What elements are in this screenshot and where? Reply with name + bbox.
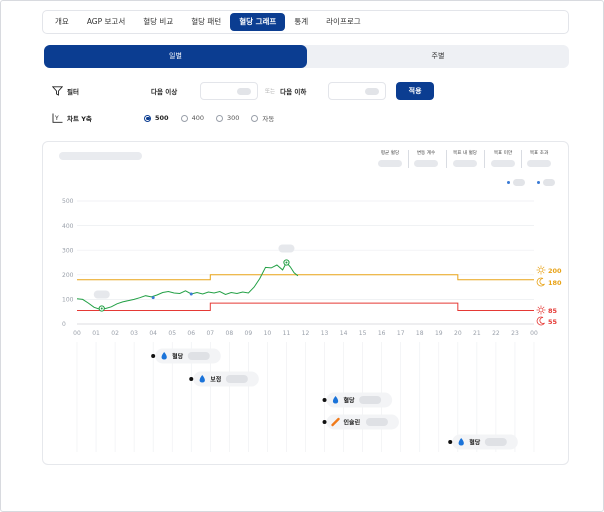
- stat-value-placeholder: [491, 160, 515, 167]
- stat-divider: [445, 150, 447, 168]
- stat-4: 목표 초과: [522, 150, 556, 167]
- filter-label: 필터: [67, 88, 79, 96]
- svg-text:Y: Y: [54, 115, 59, 122]
- legend-toggle-1[interactable]: [507, 179, 525, 186]
- legend-dot-2: [537, 181, 540, 184]
- max-value-placeholder: [365, 88, 380, 95]
- stat-1: 변동 계수: [409, 150, 443, 167]
- stat-2: 목표 내 혈당: [448, 150, 482, 167]
- daily-toggle[interactable]: 일별: [44, 45, 307, 68]
- report-tabs: 개요 AGP 보고서 혈당 비교 혈당 패턴 혈당 그래프 통계 라이프로그: [42, 10, 569, 34]
- stat-value-placeholder: [527, 160, 551, 167]
- legend-dot-1: [507, 181, 510, 184]
- tab-5[interactable]: 통계: [285, 13, 317, 31]
- tab-2[interactable]: 혈당 비교: [134, 13, 182, 31]
- radio-icon: [144, 114, 151, 122]
- y-axis-icon: Y: [52, 113, 63, 123]
- y-axis-options: 500 400 300 자동: [144, 113, 286, 123]
- tab-1[interactable]: AGP 보고서: [78, 13, 134, 31]
- period-toggle: 일별 주별: [44, 45, 569, 68]
- legend-toggle-2[interactable]: [537, 179, 555, 186]
- filter-row: 필터 다음 이상 또는 다음 이하 적용: [51, 82, 435, 100]
- tab-6[interactable]: 라이프로그: [317, 13, 370, 31]
- max-value-input[interactable]: [328, 82, 387, 100]
- glucose-chart-card: [42, 141, 569, 465]
- stat-0: 평균 혈당: [373, 150, 407, 167]
- y-axis-option-label: 400: [191, 114, 204, 122]
- tab-3[interactable]: 혈당 패턴: [182, 13, 230, 31]
- stat-value-placeholder: [378, 160, 402, 167]
- y-axis-option-label: 300: [227, 114, 240, 122]
- stat-label: 평균 혈당: [380, 151, 400, 156]
- stat-label: 목표 미만: [493, 151, 513, 156]
- y-axis-label: 차트 Y축: [67, 115, 92, 123]
- stat-label: 목표 내 혈당: [452, 151, 478, 156]
- tab-0[interactable]: 개요: [46, 13, 78, 31]
- y-axis-option-label: 500: [155, 114, 169, 122]
- stat-value-placeholder: [414, 160, 438, 167]
- date-title-placeholder: [59, 152, 142, 160]
- legend-switch-1: [513, 179, 525, 186]
- legend-switch-2: [543, 179, 555, 186]
- stat-label: 목표 초과: [529, 151, 549, 156]
- y-axis-row: Y 차트 Y축 500 400 300 자동: [52, 113, 286, 123]
- apply-button[interactable]: 적용: [396, 82, 435, 100]
- tab-4[interactable]: 혈당 그래프: [230, 13, 286, 31]
- radio-icon: [251, 114, 259, 122]
- radio-icon: [216, 114, 223, 122]
- radio-icon: [180, 114, 188, 122]
- y-axis-option-0[interactable]: 500: [144, 114, 169, 122]
- y-axis-option-2[interactable]: 300: [216, 114, 239, 122]
- y-axis-option-3[interactable]: 자동: [251, 113, 274, 123]
- weekly-toggle[interactable]: 주별: [307, 45, 569, 68]
- stat-3: 목표 미만: [486, 150, 520, 167]
- filter-icon: [51, 86, 64, 96]
- y-axis-option-1[interactable]: 400: [180, 114, 204, 122]
- stat-divider: [484, 150, 485, 168]
- stat-value-placeholder: [453, 160, 477, 167]
- min-value-placeholder: [237, 88, 251, 95]
- stat-label: 변동 계수: [416, 151, 436, 156]
- min-label: 다음 이상: [151, 88, 178, 96]
- or-label: 또는: [265, 89, 276, 95]
- max-label: 다음 이하: [280, 88, 307, 96]
- min-value-input[interactable]: [200, 82, 258, 100]
- y-axis-option-label: 자동: [262, 115, 275, 123]
